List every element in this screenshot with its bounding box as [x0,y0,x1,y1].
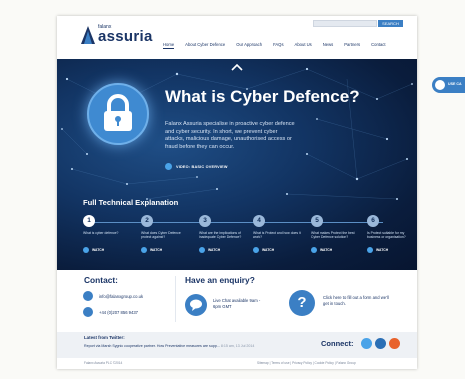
step-text: What are the implications of inadequate … [199,231,242,240]
rss-icon[interactable] [389,338,400,349]
nav-item-contact[interactable]: Contact [371,42,385,49]
play-icon [165,163,172,170]
search-button[interactable]: SEARCH [378,20,403,27]
nav-item-about-us[interactable]: About Us [295,42,312,49]
step-4[interactable]: 4 What is Protect and how does it work? … [253,215,303,253]
nav-item-about-cyber-defence[interactable]: About Cyber Defence [185,42,225,49]
step-text: What is cyber defence? [83,231,119,235]
contact-title: Contact: [84,275,118,285]
enquiry-title: Have an enquiry? [185,275,255,285]
play-icon [83,247,89,253]
step-number: 3 [199,215,211,227]
main-nav: Home About Cyber Defence Our Approach FA… [163,42,397,49]
lock-graphic [87,83,149,145]
connect-label: Connect: [321,339,354,348]
email-contact[interactable]: info@falanxgroup.co.uk [83,291,143,301]
watch-label: WATCH [320,248,333,252]
step-text: What makes Protect the best Cyber Defenc… [311,231,355,240]
tweet: Report via Marsh Sygnic cooperative part… [84,344,254,348]
hero-banner: What is Cyber Defence? Falanx Assuria sp… [57,59,417,270]
email-text: info@falanxgroup.co.uk [99,293,144,299]
search-input[interactable] [313,20,377,27]
step-3[interactable]: 3 What are the implications of inadequat… [199,215,249,253]
step-number: 5 [311,215,323,227]
step-5[interactable]: 5 What makes Protect the best Cyber Defe… [311,215,361,253]
contact-section: Contact: info@falanxgroup.co.uk +44 (0)2… [57,270,417,328]
video-overview-link[interactable]: VIDEO: BASIC OVERVIEW [165,163,228,170]
step-number: 2 [141,215,153,227]
nav-item-news[interactable]: News [323,42,333,49]
watch-button[interactable]: WATCH [199,247,249,253]
step-number: 1 [83,215,95,227]
tweet-time: 8:15 am, 13 Jul 2014 [220,344,255,348]
enquiry-form-link[interactable]: Click here to fill out a form and we'll … [323,295,395,306]
watch-button[interactable]: WATCH [311,247,361,253]
phone-icon [83,307,93,317]
watch-button[interactable]: WATCH [83,247,133,253]
video-overview-label: VIDEO: BASIC OVERVIEW [176,164,228,169]
watch-label: WATCH [208,248,221,252]
step-number: 6 [367,215,379,227]
padlock-icon [104,94,132,131]
website-page: falanx assuria SEARCH Home About Cyber D… [57,16,417,369]
twitter-band: Latest from Twitter: Report via Marsh Sy… [57,332,417,358]
tweet-text[interactable]: Report via Marsh Sygnic cooperative part… [84,344,221,348]
twitter-title: Latest from Twitter: [84,335,125,340]
watch-label: WATCH [376,248,389,252]
technical-explanation-title: Full Technical Explanation [83,198,179,207]
nav-item-partners[interactable]: Partners [344,42,360,49]
nav-item-our-approach[interactable]: Our Approach [236,42,262,49]
step-text: What is Protect and how does it work? [253,231,301,240]
use-case-tab[interactable]: USE CA [432,77,465,93]
copyright-text: Falanx Assuria PLC ©2014 [84,361,123,365]
twitter-icon[interactable] [361,338,372,349]
watch-button[interactable]: WATCH [141,247,191,253]
logo[interactable]: falanx assuria [81,25,153,44]
site-header: falanx assuria SEARCH Home About Cyber D… [57,16,417,58]
phone-text: +44 (0)207 856 9437 [99,309,139,315]
nav-item-home[interactable]: Home [163,42,175,49]
watch-label: WATCH [92,248,105,252]
linkedin-icon[interactable] [375,338,386,349]
logo-text: falanx assuria [98,25,153,45]
hero-title: What is Cyber Defence? [165,87,360,106]
step-number: 4 [253,215,265,227]
watch-button[interactable]: WATCH [367,247,417,253]
footer-links[interactable]: Sitemap | Terms of use | Privacy Policy … [257,361,356,365]
step-2[interactable]: 2 What does Cyber Defence protect agains… [141,215,191,253]
use-case-icon [435,80,445,90]
watch-label: WATCH [262,248,275,252]
step-text: Is Protect suitable for my business or o… [367,231,406,240]
play-icon [367,247,373,253]
live-chat-text[interactable]: Live Chat available 9am - 6pm GMT [213,298,263,309]
step-1[interactable]: 1 What is cyber defence? WATCH [83,215,133,253]
phone-contact[interactable]: +44 (0)207 856 9437 [83,307,138,317]
live-chat-icon[interactable] [185,294,207,316]
use-case-label: USE CA [448,82,462,86]
play-icon [141,247,147,253]
logo-triangle-icon [81,26,95,44]
step-text: What does Cyber Defence protect against? [141,231,181,240]
watch-button[interactable]: WATCH [253,247,303,253]
page-background: falanx assuria SEARCH Home About Cyber D… [0,0,465,379]
nav-item-faqs[interactable]: FAQs [273,42,283,49]
play-icon [311,247,317,253]
chevron-up-icon[interactable] [231,63,243,71]
divider [175,276,176,322]
logo-big-text: assuria [98,28,153,45]
footer: Falanx Assuria PLC ©2014 Sitemap | Terms… [57,358,417,369]
envelope-icon [83,291,93,301]
play-icon [253,247,259,253]
question-icon[interactable]: ? [289,290,315,316]
watch-label: WATCH [150,248,163,252]
play-icon [199,247,205,253]
step-6[interactable]: 6 Is Protect suitable for my business or… [367,215,417,253]
hero-description: Falanx Assuria specialise in proactive c… [165,121,295,150]
